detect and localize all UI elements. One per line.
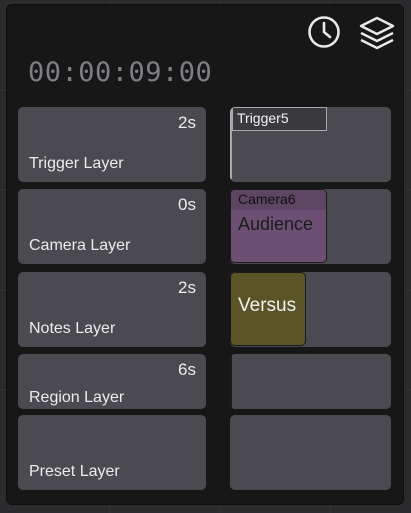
layer-duration: 0s xyxy=(178,195,196,214)
camera-clip[interactable]: Camera6 Audience xyxy=(230,189,327,263)
camera-clip-label: Camera6 xyxy=(231,190,326,210)
layer-duration: 2s xyxy=(178,113,196,132)
layer-name: Trigger Layer xyxy=(29,155,124,172)
timeline-cell-region[interactable] xyxy=(230,354,391,409)
layer-name: Camera Layer xyxy=(29,237,131,254)
layer-button-region[interactable]: 6s Region Layer xyxy=(18,354,206,409)
layer-button-notes[interactable]: 2s Notes Layer xyxy=(18,272,206,347)
layer-name: Preset Layer xyxy=(29,463,120,480)
notes-clip[interactable]: Versus xyxy=(230,272,306,346)
clock-icon[interactable] xyxy=(307,15,341,49)
layer-duration: 6s xyxy=(178,360,196,379)
timeline-cell-notes[interactable]: Versus xyxy=(230,272,391,347)
layer-name: Notes Layer xyxy=(29,320,116,337)
layers-icon[interactable] xyxy=(359,15,395,51)
timeline-cell-trigger[interactable]: Trigger5 xyxy=(230,107,391,182)
timeline-cell-camera[interactable]: Camera6 Audience xyxy=(230,189,391,264)
layer-name: Region Layer xyxy=(29,389,125,406)
region-marker xyxy=(230,354,232,408)
layer-button-trigger[interactable]: 2s Trigger Layer xyxy=(18,107,206,182)
timeline-cell-preset[interactable] xyxy=(230,415,391,490)
layer-duration: 2s xyxy=(178,278,196,297)
layer-button-camera[interactable]: 0s Camera Layer xyxy=(18,189,206,264)
timecode-display: 00:00:09:00 xyxy=(28,57,213,88)
trigger-clip[interactable]: Trigger5 xyxy=(232,107,327,131)
notes-clip-text: Versus xyxy=(238,295,297,316)
layers-panel: 00:00:09:00 2s Trigger Layer 0s Camera L… xyxy=(6,4,404,505)
camera-clip-text: Audience xyxy=(238,214,314,234)
layer-button-preset[interactable]: Preset Layer xyxy=(18,415,206,490)
